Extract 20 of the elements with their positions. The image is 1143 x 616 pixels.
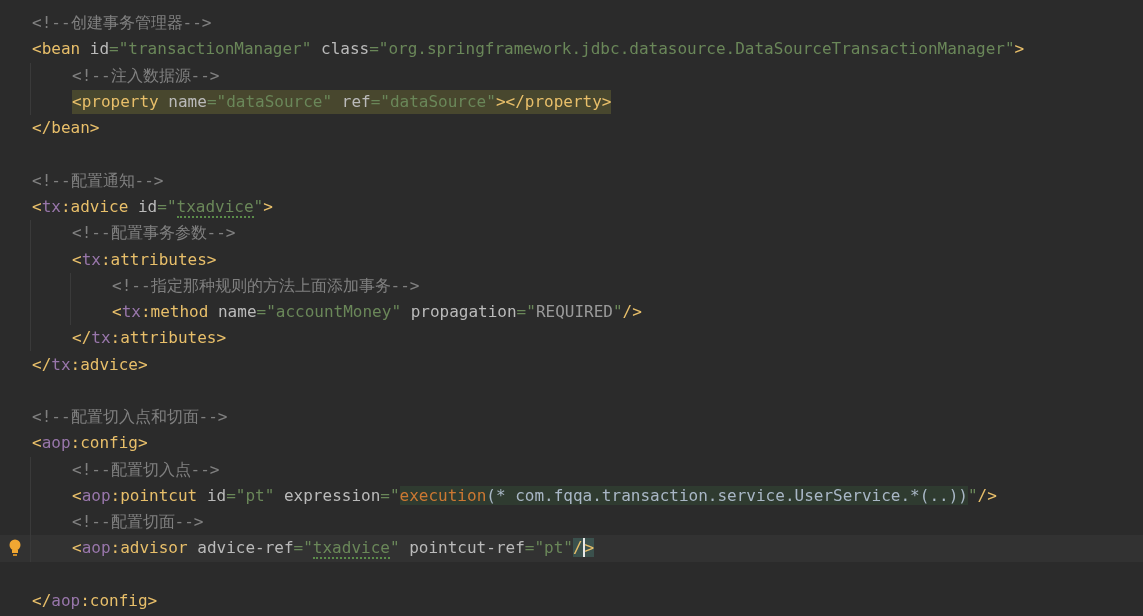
code-line: </bean> bbox=[32, 117, 100, 140]
code-line: <tx:method name="accountMoney" propagation="REQUIRED"/> bbox=[112, 301, 642, 324]
code-line: <!--配置切入点--> bbox=[72, 458, 220, 481]
code-line: <tx:advice id="txadvice"> bbox=[32, 195, 273, 219]
code-line: <!--配置事务参数--> bbox=[72, 222, 236, 245]
code-line: <bean id="transactionManager" class="org.springframework.jdbc.datasource.DataSourceTransactionManager"> bbox=[32, 38, 1025, 61]
code-line: <!--配置切入点和切面--> bbox=[32, 406, 228, 429]
code-line: </tx:attributes> bbox=[72, 327, 227, 350]
code-line: <!--注入数据源--> bbox=[72, 64, 220, 87]
code-line: <aop:pointcut id="pt" expression="execution(* com.fqqa.transaction.service.UserService.*(..))"/> bbox=[72, 484, 997, 507]
code-line: </tx:advice> bbox=[32, 353, 148, 376]
code-line: </aop:config> bbox=[32, 589, 158, 612]
code-line: <tx:attributes> bbox=[72, 248, 217, 271]
code-line: <!--创建事务管理器--> bbox=[32, 12, 212, 35]
code-line: <!--配置切面--> bbox=[72, 511, 204, 534]
code-line: <!--配置通知--> bbox=[32, 169, 164, 192]
code-line: <aop:advisor advice-ref="txadvice" pointcut-ref="pt"/> bbox=[72, 537, 595, 561]
code-line: <!--指定那种规则的方法上面添加事务--> bbox=[112, 274, 420, 297]
code-line: <aop:config> bbox=[32, 432, 148, 455]
lightbulb-icon[interactable] bbox=[9, 539, 21, 558]
